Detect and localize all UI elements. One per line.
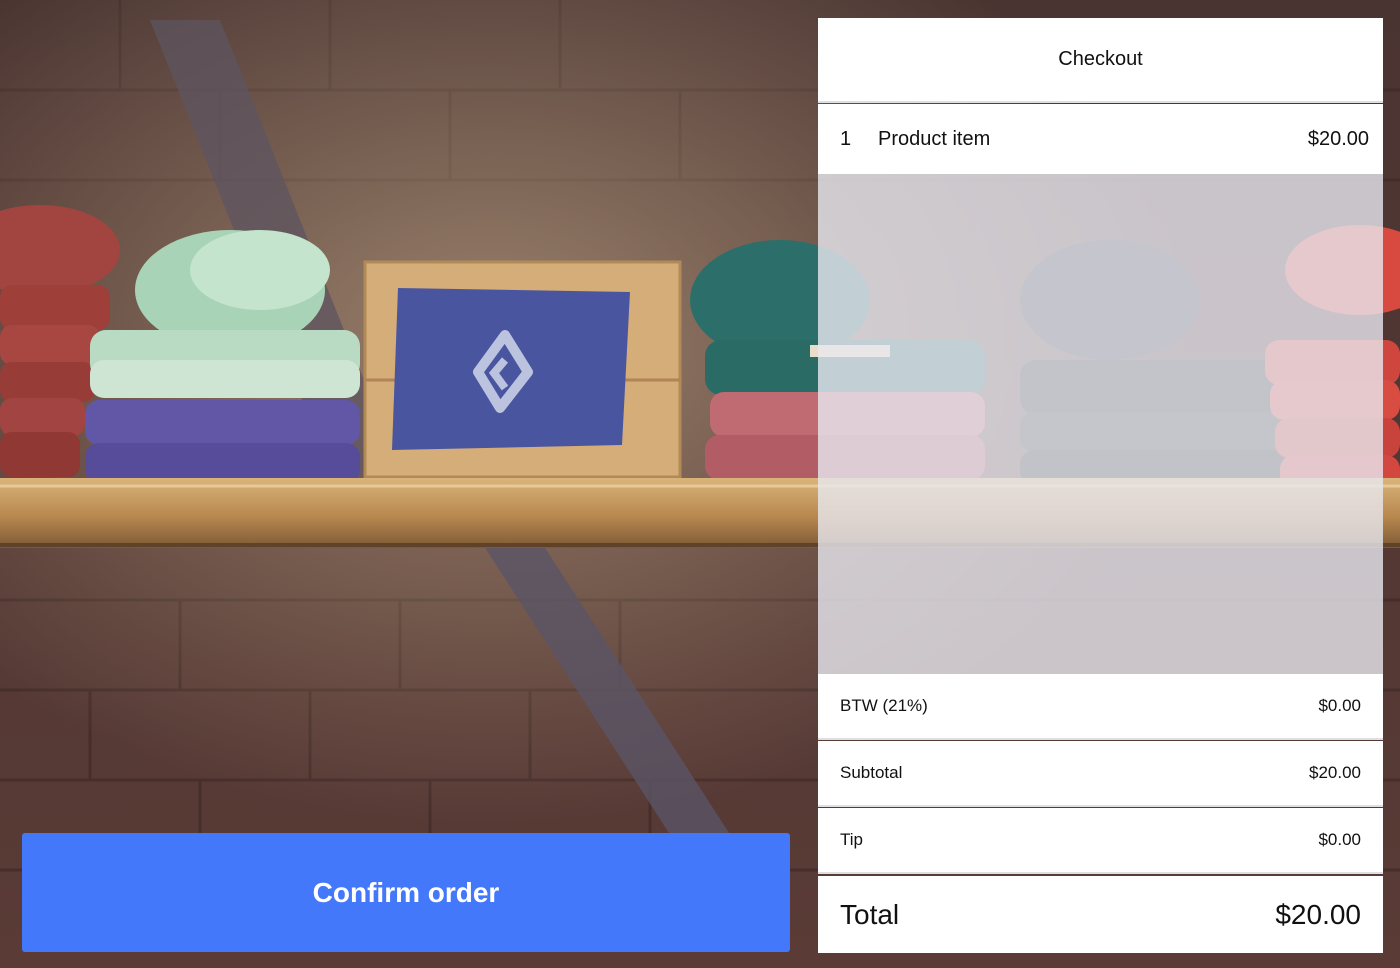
tax-value: $0.00 xyxy=(1318,696,1361,715)
line-item[interactable]: 1 Product item $20.00 xyxy=(818,104,1383,174)
checkout-screen: Checkout 1 Product item $20.00 BTW (21%)… xyxy=(0,0,1400,968)
line-item-name: Product item xyxy=(878,127,991,150)
checkout-title: Checkout xyxy=(818,18,1383,103)
tip-row[interactable]: Tip $0.00 xyxy=(818,808,1383,874)
total-value: $20.00 xyxy=(1275,898,1361,930)
tax-row: BTW (21%) $0.00 xyxy=(818,674,1383,740)
tip-value: $0.00 xyxy=(1318,830,1361,849)
tax-label: BTW (21%) xyxy=(840,696,928,715)
line-item-price: $20.00 xyxy=(1307,127,1369,150)
confirm-order-button[interactable]: Confirm order xyxy=(22,833,790,952)
checkout-panel: Checkout 1 Product item $20.00 BTW (21%)… xyxy=(818,18,1383,953)
subtotal-row: Subtotal $20.00 xyxy=(818,741,1383,807)
line-item-quantity: 1 xyxy=(840,127,852,150)
total-label: Total xyxy=(840,898,900,930)
subtotal-label: Subtotal xyxy=(840,763,903,782)
subtotal-value: $20.00 xyxy=(1309,763,1361,782)
tip-label: Tip xyxy=(840,830,863,849)
total-row: Total $20.00 xyxy=(818,876,1383,953)
empty-cart-area xyxy=(818,174,1383,674)
